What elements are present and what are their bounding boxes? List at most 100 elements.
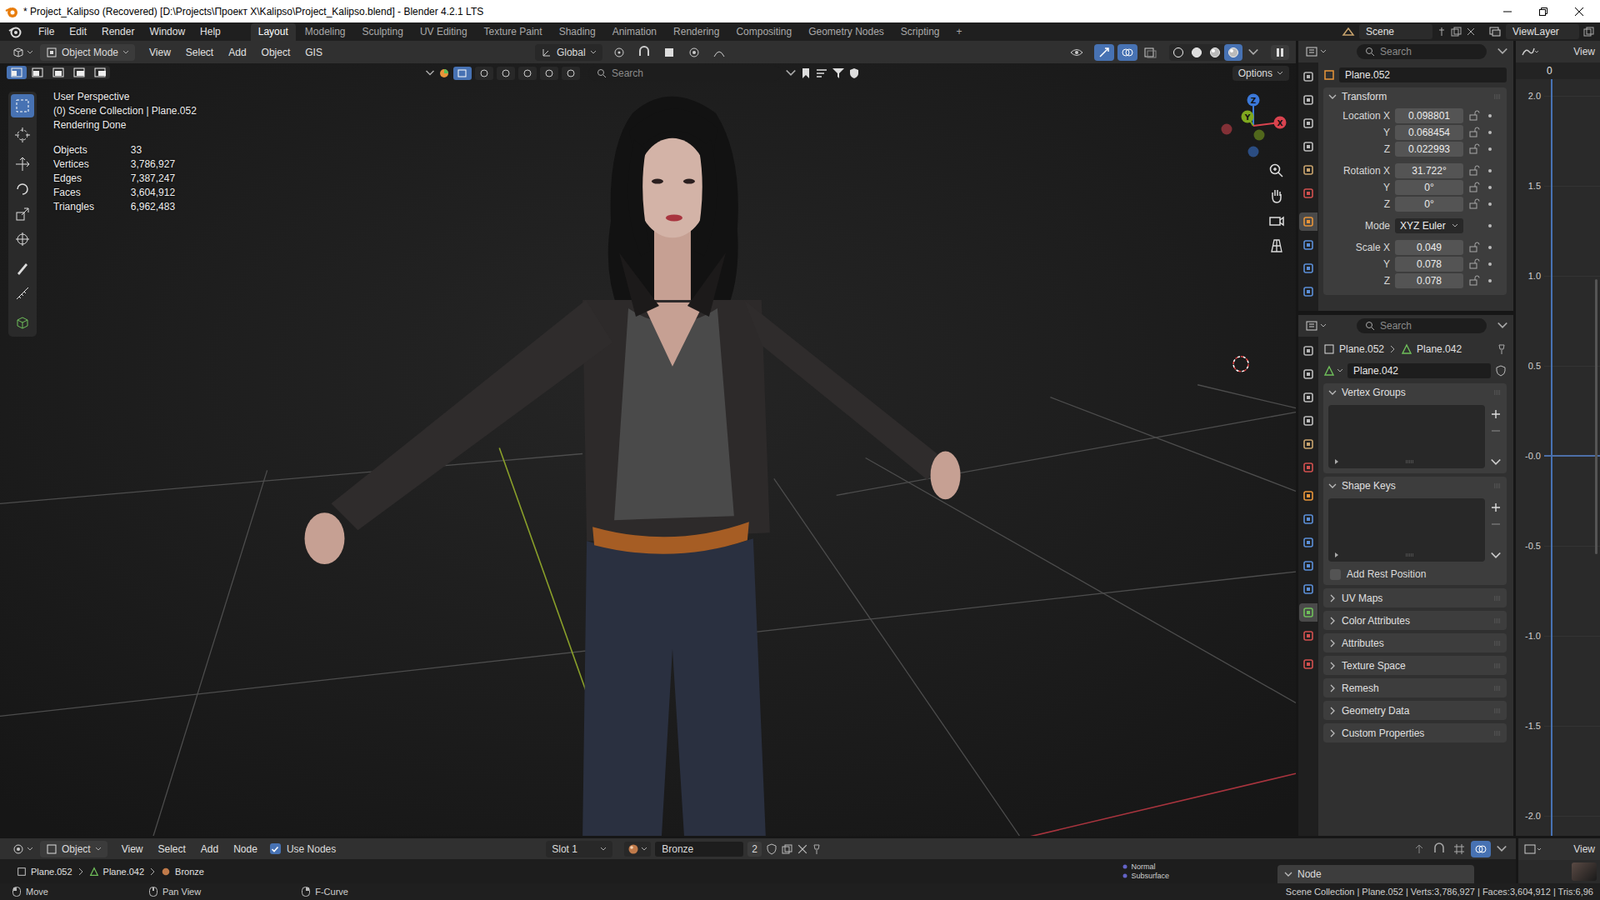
viewport-menu[interactable]: Select	[180, 46, 220, 59]
drag-grip-icon[interactable]	[1493, 93, 1502, 100]
menu-item[interactable]: Render	[95, 25, 141, 38]
panel-header[interactable]: UV Maps	[1323, 588, 1507, 608]
graph-scrollbar[interactable]	[1595, 279, 1598, 555]
mesh-browse-button[interactable]	[1323, 365, 1344, 377]
node-editor-menu[interactable]: Add	[195, 843, 225, 855]
viewport-menu[interactable]: GIS	[299, 46, 329, 59]
drag-grip-icon[interactable]	[1493, 662, 1502, 670]
workspace-tab[interactable]: Compositing	[728, 23, 800, 41]
number-field[interactable]: 0.022993	[1395, 141, 1464, 157]
number-field[interactable]: 0.078	[1395, 273, 1464, 289]
axis-handle[interactable]	[1274, 116, 1287, 130]
add-cube-tool[interactable]	[10, 310, 35, 335]
selection-mode-button[interactable]	[90, 65, 110, 80]
visibility-icon[interactable]	[1069, 45, 1090, 60]
object-tab[interactable]	[1299, 212, 1318, 231]
keyframe-dot-icon[interactable]	[1486, 184, 1494, 191]
unlock-icon[interactable]	[1468, 241, 1480, 254]
fake-user-shield-icon[interactable]	[765, 843, 778, 855]
editor-type-button[interactable]	[8, 46, 37, 59]
plus-icon[interactable]	[1490, 501, 1502, 514]
render-tab[interactable]	[1299, 90, 1318, 110]
proportional-edit-icon[interactable]	[687, 45, 706, 60]
properties-search-field[interactable]: Search	[1356, 44, 1487, 60]
tool-tab[interactable]	[1299, 67, 1318, 86]
shader-type-dropdown[interactable]: Object	[40, 840, 108, 858]
copy-icon[interactable]	[1450, 26, 1463, 37]
editor-type-button[interactable]	[1301, 45, 1330, 58]
panel-header[interactable]: Attributes	[1323, 633, 1507, 653]
node-editor-menu[interactable]: View	[115, 843, 150, 855]
ui-list[interactable]	[1328, 405, 1485, 469]
texture-tab[interactable]	[1299, 655, 1318, 674]
options-dropdown[interactable]: Options	[1232, 65, 1290, 81]
rest-position-label[interactable]: Add Rest Position	[1346, 568, 1426, 580]
editor-type-button[interactable]	[1301, 320, 1330, 332]
chevron-down-icon[interactable]	[1247, 46, 1260, 59]
filter-button[interactable]	[561, 66, 580, 80]
physics-tab[interactable]	[1299, 556, 1318, 575]
duplicate-icon[interactable]	[781, 844, 794, 855]
filter-button[interactable]	[475, 66, 494, 80]
playhead-line[interactable]	[1550, 79, 1553, 836]
snap-grid-icon[interactable]	[1452, 842, 1466, 856]
rest-position-checkbox[interactable]	[1330, 569, 1341, 580]
snap-icon[interactable]	[1432, 842, 1446, 856]
menu-item[interactable]: File	[31, 25, 61, 38]
corner-view-menu[interactable]: View	[1573, 843, 1595, 855]
keyframe-dot-icon[interactable]	[1486, 200, 1494, 208]
sort-icon[interactable]	[815, 67, 829, 80]
use-nodes-label[interactable]: Use Nodes	[286, 843, 336, 855]
number-field[interactable]: 0.049	[1395, 240, 1464, 255]
modifier-tab[interactable]	[1299, 510, 1318, 529]
zoom-icon[interactable]	[1268, 162, 1285, 180]
funnel-icon[interactable]	[831, 67, 845, 80]
chevron-down-icon[interactable]	[1490, 456, 1502, 469]
unlock-icon[interactable]	[1468, 143, 1480, 155]
output-tab[interactable]	[1299, 388, 1318, 407]
workspace-tab[interactable]: Texture Paint	[476, 23, 550, 41]
annotate-tool[interactable]	[10, 256, 35, 280]
image-editor-icon[interactable]	[1523, 843, 1542, 855]
viewport-search-field[interactable]: Search	[588, 65, 782, 81]
shading-button[interactable]	[1187, 44, 1206, 61]
perspective-grid-icon[interactable]	[1268, 237, 1285, 255]
object-name-field[interactable]: Plane.052	[1339, 67, 1507, 83]
keyframe-dot-icon[interactable]	[1486, 167, 1494, 175]
selection-mode-button[interactable]	[27, 65, 48, 80]
orientation-dropdown[interactable]: Global	[535, 44, 603, 61]
copy-icon[interactable]	[1583, 26, 1595, 37]
workspace-tab[interactable]: Rendering	[665, 23, 727, 41]
selection-mode-button[interactable]	[69, 65, 90, 80]
keyframe-dot-icon[interactable]	[1486, 145, 1494, 153]
plus-icon[interactable]	[1490, 408, 1502, 420]
filter-button[interactable]	[453, 66, 472, 80]
resize-grip-icon[interactable]	[1405, 552, 1415, 558]
number-field[interactable]: 0°	[1395, 180, 1464, 195]
negative-axis-handle[interactable]	[1248, 146, 1260, 158]
unlock-icon[interactable]	[1468, 181, 1480, 194]
filter-button[interactable]	[496, 66, 515, 80]
panel-header[interactable]: Vertex Groups	[1323, 383, 1507, 402]
parent-node-icon[interactable]	[1412, 842, 1426, 856]
transform-tool[interactable]	[10, 227, 35, 251]
number-field[interactable]: 31.722°	[1395, 163, 1464, 179]
view-layer-tab[interactable]	[1299, 411, 1318, 430]
world-tab[interactable]	[1299, 458, 1318, 477]
panel-header[interactable]: Transform	[1323, 87, 1507, 106]
unlink-icon[interactable]	[797, 844, 808, 855]
axis-handle[interactable]	[1241, 110, 1255, 124]
3d-cursor[interactable]	[1233, 356, 1249, 372]
keyframe-dot-icon[interactable]	[1486, 222, 1494, 230]
negative-axis-handle[interactable]	[1221, 124, 1233, 135]
negative-axis-handle[interactable]	[1254, 130, 1265, 141]
panel-header[interactable]: Custom Properties	[1323, 723, 1507, 743]
shading-button[interactable]	[1224, 44, 1243, 61]
material-tab[interactable]	[1299, 626, 1318, 645]
scene-name[interactable]: Scene	[1359, 24, 1433, 40]
viewport-canvas[interactable]: SearchOptionsUser Perspective(0) Scene C…	[0, 63, 1296, 836]
pause-render-button[interactable]	[1270, 45, 1290, 60]
workspace-tab[interactable]: Sculpting	[355, 23, 411, 41]
pin-icon[interactable]	[1436, 26, 1447, 37]
shield-icon[interactable]	[848, 67, 860, 80]
